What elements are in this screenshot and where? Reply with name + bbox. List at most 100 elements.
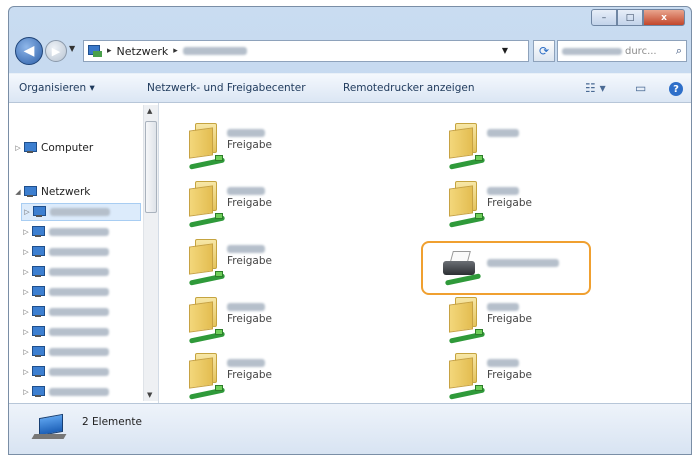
address-dropdown-icon[interactable]: ▼ <box>502 46 508 55</box>
minimize-button[interactable]: – <box>591 9 617 26</box>
share-name-redacted <box>487 359 519 367</box>
scroll-down-icon[interactable]: ▼ <box>147 391 152 399</box>
tree-item-host-redacted <box>50 208 110 216</box>
expand-arrow-icon[interactable]: ▷ <box>21 308 31 316</box>
tree-item-host-redacted <box>49 248 109 256</box>
status-bar: 2 Elemente <box>9 403 691 454</box>
network-icon <box>23 186 37 198</box>
expand-arrow-icon[interactable]: ▷ <box>21 368 31 376</box>
tree-item-host-redacted <box>49 308 109 316</box>
share-name-redacted <box>487 303 519 311</box>
share-type-label: Freigabe <box>227 369 272 381</box>
tree-item-host-redacted <box>49 328 109 336</box>
tree-item-host[interactable]: ▷ <box>21 223 109 241</box>
scroll-up-icon[interactable]: ▲ <box>147 107 152 115</box>
share-item[interactable]: Freigabe <box>169 293 389 344</box>
organize-button[interactable]: Organisieren ▾ <box>19 82 95 94</box>
maximize-button[interactable]: □ <box>617 9 643 26</box>
expand-arrow-icon[interactable]: ▷ <box>21 288 31 296</box>
computer-icon <box>31 326 45 338</box>
refresh-button[interactable]: ⟳ <box>533 40 555 62</box>
computer-icon <box>31 386 45 398</box>
computer-icon <box>31 306 45 318</box>
history-dropdown-icon[interactable]: ▼ <box>69 44 75 53</box>
tree-item-host-redacted <box>49 368 109 376</box>
tree-item-network[interactable]: ◢ Netzwerk <box>13 183 90 201</box>
window-controls: – □ x <box>591 9 685 26</box>
computer-icon <box>23 142 37 154</box>
share-name-redacted <box>487 187 519 195</box>
tree-item-host[interactable]: ▷ <box>21 263 109 281</box>
expand-arrow-icon[interactable]: ▷ <box>21 388 31 396</box>
network-center-button[interactable]: Netzwerk- und Freigabecenter <box>147 82 306 94</box>
tree-item-host[interactable]: ▷ <box>21 203 141 221</box>
share-item[interactable]: Freigabe <box>169 235 389 286</box>
shared-folder-icon <box>448 297 486 344</box>
view-options-icon[interactable]: ☷ ▾ <box>585 81 606 95</box>
expand-arrow-icon[interactable]: ▷ <box>21 248 31 256</box>
share-item[interactable]: Freigabe <box>429 349 649 400</box>
file-list: Freigabe Freigabe Freigabe Freigabe Frei… <box>159 103 691 403</box>
expand-arrow-icon[interactable]: ▷ <box>21 348 31 356</box>
expand-arrow-icon[interactable]: ▷ <box>22 208 32 216</box>
tree-item-host-redacted <box>49 388 109 396</box>
expand-arrow-icon[interactable]: ▷ <box>13 144 23 152</box>
help-icon[interactable]: ? <box>669 82 683 96</box>
breadcrumb-netzwerk[interactable]: Netzwerk <box>117 45 169 58</box>
tree-item-computer[interactable]: ▷ Computer <box>13 139 93 157</box>
network-computer-icon <box>31 413 67 442</box>
scrollbar-thumb[interactable] <box>145 121 157 213</box>
forward-button[interactable]: ▶ <box>45 40 67 62</box>
share-item[interactable] <box>429 119 649 170</box>
item-count: 2 Elemente <box>82 416 142 428</box>
share-item[interactable]: Freigabe <box>169 119 389 170</box>
computer-icon <box>31 246 45 258</box>
shared-folder-icon <box>448 353 486 400</box>
address-bar[interactable]: ▸ Netzwerk ▸ ▼ <box>83 40 529 62</box>
search-icon[interactable]: ⌕ <box>676 44 682 58</box>
tree-item-host[interactable]: ▷ <box>21 363 109 381</box>
expand-arrow-icon[interactable]: ▷ <box>21 228 31 236</box>
computer-icon <box>32 206 46 218</box>
arrow-right-icon: ▶ <box>51 44 61 58</box>
tree-item-host-redacted <box>49 288 109 296</box>
computer-icon <box>31 346 45 358</box>
tree-item-host[interactable]: ▷ <box>21 343 109 361</box>
preview-pane-icon[interactable]: ▭ <box>635 81 646 95</box>
computer-icon <box>31 226 45 238</box>
share-type-label: Freigabe <box>227 139 272 151</box>
tree-item-host[interactable]: ▷ <box>21 283 109 301</box>
share-name-redacted <box>227 303 265 311</box>
arrow-left-icon: ◀ <box>23 43 35 59</box>
shared-folder-icon <box>188 353 226 400</box>
share-name-redacted <box>227 359 265 367</box>
share-item[interactable]: Freigabe <box>169 177 389 228</box>
shared-folder-icon <box>188 181 226 228</box>
share-item[interactable]: Freigabe <box>169 349 389 400</box>
share-item[interactable]: Freigabe <box>429 293 649 344</box>
back-button[interactable]: ◀ <box>15 37 43 65</box>
breadcrumb-host-redacted <box>182 47 247 55</box>
tree-item-host[interactable]: ▷ <box>21 323 109 341</box>
shared-folder-icon <box>448 123 486 170</box>
share-type-label: Freigabe <box>227 255 272 267</box>
expand-arrow-icon[interactable]: ▷ <box>21 268 31 276</box>
tree-item-host[interactable]: ▷ <box>21 303 109 321</box>
refresh-icon: ⟳ <box>538 44 550 58</box>
search-placeholder-redacted <box>562 47 622 55</box>
share-item[interactable]: Freigabe <box>429 177 649 228</box>
share-name-redacted <box>487 129 519 137</box>
computer-icon <box>31 286 45 298</box>
computer-icon <box>31 266 45 278</box>
close-button[interactable]: x <box>643 9 685 26</box>
tree-item-host[interactable]: ▷ <box>21 383 109 401</box>
share-type-label: Freigabe <box>227 197 272 209</box>
share-type-label: Freigabe <box>487 369 532 381</box>
navigation-scrollbar[interactable]: ▲ ▼ <box>143 105 158 401</box>
expand-arrow-icon[interactable]: ▷ <box>21 328 31 336</box>
remote-printers-button[interactable]: Remotedrucker anzeigen <box>343 82 475 94</box>
share-type-label: Freigabe <box>487 197 532 209</box>
tree-item-host[interactable]: ▷ <box>21 243 109 261</box>
collapse-arrow-icon[interactable]: ◢ <box>13 188 23 196</box>
search-input[interactable]: durc... ⌕ <box>557 40 687 62</box>
